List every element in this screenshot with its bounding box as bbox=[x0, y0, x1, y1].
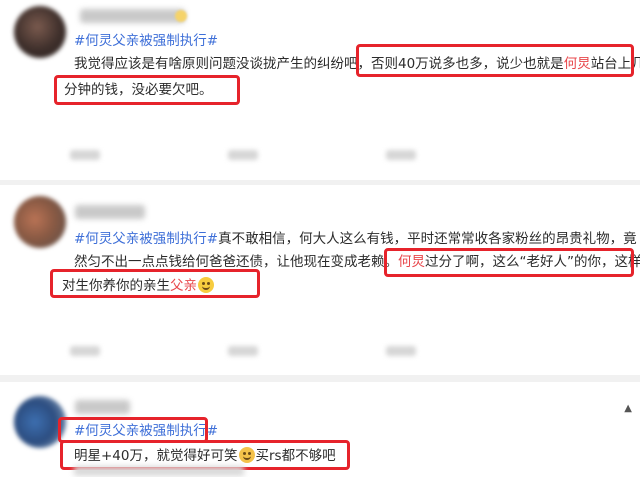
post-text: 过分了啊，这么“老好人”的你，这样 bbox=[425, 254, 640, 270]
highlighted-word: 父亲 bbox=[170, 278, 197, 294]
hashtag-link[interactable]: #何灵父亲被强制执行# bbox=[74, 423, 218, 439]
post-text: 真不敢相信，何大人这么有钱，平时还常常收各家粉丝的昂贵礼物，竟 bbox=[218, 231, 637, 247]
post-text-line: 我觉得应该是有啥原则问题没谈拢产生的纠纷吧，否则40万说多也多，说少也就是何炅站… bbox=[74, 51, 640, 77]
post-text: 对生你养你的亲生 bbox=[62, 278, 170, 294]
avatar[interactable] bbox=[14, 6, 66, 58]
highlighted-name: 何炅 bbox=[398, 254, 425, 270]
post-text: 否则40万说多也多，说少也就是 bbox=[371, 56, 564, 72]
post-text-line: 对生你养你的亲生父亲 bbox=[62, 273, 215, 299]
vip-badge-icon bbox=[175, 10, 187, 22]
hashtag-link[interactable]: #何灵父亲被强制执行# bbox=[74, 33, 218, 49]
username-blurred[interactable] bbox=[75, 205, 145, 219]
post-text: 买rs都不够吧 bbox=[255, 448, 336, 464]
username-blurred[interactable] bbox=[75, 400, 130, 414]
hashtag-link[interactable]: #何灵父亲被强制执行# bbox=[74, 231, 218, 247]
avatar[interactable] bbox=[14, 196, 66, 248]
comment-button[interactable] bbox=[228, 150, 258, 160]
post-text-line: 分钟的钱，没必要欠吧。 bbox=[64, 77, 213, 103]
share-button[interactable] bbox=[70, 150, 100, 160]
share-button[interactable] bbox=[70, 346, 100, 356]
post-separator bbox=[0, 375, 640, 382]
post-meta-blurred bbox=[74, 466, 244, 476]
action-bar bbox=[70, 346, 416, 356]
username-blurred[interactable] bbox=[80, 9, 185, 23]
action-bar bbox=[70, 150, 416, 160]
like-button[interactable] bbox=[386, 150, 416, 160]
scroll-up-arrow-icon[interactable]: ▲ bbox=[624, 403, 632, 414]
post-text-line: #何灵父亲被强制执行# bbox=[74, 418, 218, 444]
avatar[interactable] bbox=[14, 396, 66, 448]
laugh-emoji-icon bbox=[238, 447, 255, 463]
smile-emoji-icon bbox=[198, 277, 214, 293]
post-text: 我觉得应该是有啥原则问题没谈拢产生的纠纷吧， bbox=[74, 56, 371, 72]
post-text: 然匀不出一点点钱给何爸爸还债，让他现在变成老赖。 bbox=[74, 254, 398, 270]
highlighted-name: 何炅 bbox=[563, 56, 591, 72]
post-text: 站台上几 bbox=[590, 56, 640, 72]
comment-button[interactable] bbox=[228, 346, 258, 356]
post-text: 分钟的钱，没必要欠吧。 bbox=[64, 82, 213, 98]
like-button[interactable] bbox=[386, 346, 416, 356]
post-text: 明星+40万，就觉得好可笑 bbox=[74, 448, 238, 464]
post-text-line: 然匀不出一点点钱给何爸爸还债，让他现在变成老赖。何炅过分了啊，这么“老好人”的你… bbox=[74, 249, 640, 275]
